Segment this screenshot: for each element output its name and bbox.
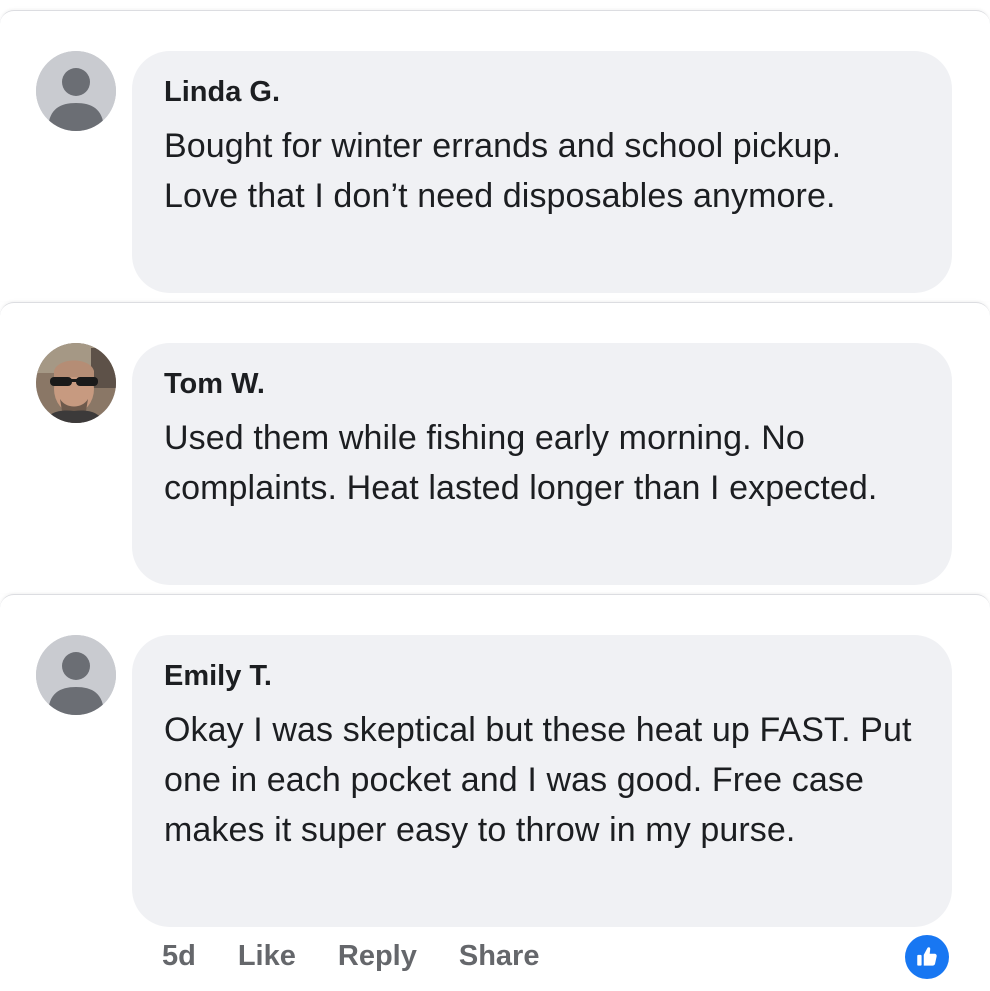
comment-author[interactable]: Emily T. [164,659,920,693]
comment-text: Used them while fishing early morning. N… [164,419,878,507]
comment-card: Emily T. Okay I was skeptical but these … [0,594,990,991]
comment-text: Okay I was skeptical but these heat up F… [164,711,912,849]
default-avatar-icon[interactable] [36,635,116,715]
comment-timestamp[interactable]: 5d [162,940,196,973]
like-button[interactable]: Like [238,940,296,973]
comment-card: Linda G. Bought for winter errands and s… [0,10,990,301]
comment-author[interactable]: Tom W. [164,367,920,401]
profile-photo-avatar[interactable] [36,343,116,423]
default-avatar-icon[interactable] [36,51,116,131]
comment-bubble: Tom W. Used them while fishing early mor… [132,343,952,585]
comment-actions: 5d Like Reply Share [162,940,581,973]
share-button[interactable]: Share [459,940,540,973]
comment-bubble: Linda G. Bought for winter errands and s… [132,51,952,293]
comment-author[interactable]: Linda G. [164,75,920,109]
comment-bubble: Emily T. Okay I was skeptical but these … [132,635,952,927]
thumbs-up-icon[interactable] [905,935,949,979]
comment-card: Tom W. Used them while fishing early mor… [0,302,990,593]
comment-text: Bought for winter errands and school pic… [164,127,842,215]
reply-button[interactable]: Reply [338,940,417,973]
